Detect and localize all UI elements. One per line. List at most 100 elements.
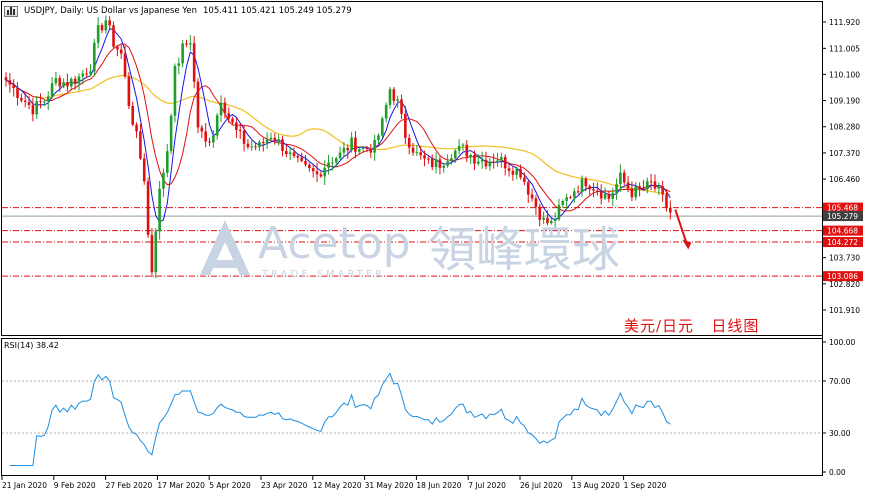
candle-body — [327, 162, 330, 168]
candle-body — [342, 148, 346, 153]
candle-body — [354, 137, 357, 152]
candle-body — [611, 192, 615, 199]
candle-body — [261, 141, 265, 144]
candle-body — [58, 78, 62, 87]
candle-body — [196, 81, 200, 128]
candle-body — [242, 130, 246, 144]
candle-body — [653, 181, 657, 189]
ma-mid-line — [5, 43, 671, 212]
rsi-tick-label: 70.00 — [829, 377, 851, 386]
candle-body — [538, 206, 542, 220]
candle-body — [181, 43, 184, 64]
candle-body — [331, 162, 334, 164]
candle-body — [219, 102, 223, 116]
candle-body — [642, 188, 645, 190]
candle-body — [8, 80, 12, 85]
candle-body — [277, 139, 280, 143]
candle-body — [142, 158, 146, 182]
candle-body — [645, 181, 649, 190]
candle-body — [96, 25, 100, 43]
candle-body — [39, 101, 42, 103]
candle-body — [503, 156, 507, 169]
candle-body — [292, 152, 296, 157]
price-tick-label: 101.910 — [829, 306, 860, 315]
time-tick-label: 12 May 2020 — [313, 481, 362, 490]
candle-body — [480, 159, 484, 162]
candle-body — [419, 152, 423, 156]
candle-body — [477, 161, 480, 164]
candle-body — [338, 152, 342, 159]
candle-body — [212, 135, 215, 143]
candle-body — [561, 201, 565, 205]
arrow-head-icon — [682, 239, 692, 250]
candle-body — [269, 137, 273, 140]
candle-body — [231, 118, 234, 123]
candle-body — [473, 155, 476, 164]
candle-body — [204, 131, 207, 142]
chart-type-icon[interactable] — [4, 5, 18, 17]
candle-body — [227, 113, 231, 119]
candle-body — [592, 189, 595, 191]
candle-body — [315, 171, 319, 175]
candle-body — [235, 122, 238, 131]
candle-body — [576, 191, 580, 193]
candle-body — [407, 137, 411, 148]
candle-body — [396, 99, 399, 101]
candle-body — [108, 20, 111, 26]
candle-body — [281, 139, 284, 152]
candle-body — [357, 149, 361, 152]
candle-body — [323, 167, 327, 177]
price-tick-label: 106.460 — [829, 175, 860, 184]
candle-body — [580, 178, 584, 193]
chart-window[interactable]: 105.468 105.279 104.668 104.272 103.086 100.… — [0, 0, 870, 495]
candle-body — [373, 139, 376, 153]
candle-body — [430, 158, 434, 168]
candle-body — [200, 127, 204, 132]
candle-body — [246, 143, 250, 148]
axes: 111.920 111.005 110.100 109.190 108.280 107.3… — [1, 18, 860, 490]
level-price-label: 104.668 — [827, 227, 858, 236]
candle-body — [300, 157, 303, 161]
down-arrow-icon — [674, 209, 689, 246]
rsi-tick-label: 0.00 — [829, 468, 846, 477]
candle-body — [488, 161, 492, 167]
price-tick-label: 111.920 — [829, 18, 860, 27]
ohlc-values: 105.411 105.421 105.249 105.279 — [203, 6, 352, 16]
candle-body — [573, 191, 576, 198]
candle-body — [23, 100, 27, 102]
candle-body — [649, 181, 653, 183]
candle-body — [615, 184, 618, 193]
candle-body — [77, 76, 81, 84]
candle-body — [104, 20, 108, 31]
candle-body — [530, 194, 534, 199]
time-tick-label: 1 Sep 2020 — [624, 481, 667, 490]
candle-body — [189, 43, 192, 45]
candle-body — [622, 172, 626, 183]
candle-body — [66, 82, 69, 87]
time-tick-label: 23 Apr 2020 — [261, 481, 308, 490]
price-tick-label: 102.820 — [829, 280, 860, 289]
candle-body — [35, 101, 39, 115]
candle-body — [392, 89, 396, 101]
candle-body — [442, 165, 446, 168]
candle-body — [116, 46, 119, 50]
candle-body — [50, 83, 54, 97]
candle-body — [465, 144, 469, 157]
candle-body — [139, 131, 142, 159]
candle-body — [81, 73, 85, 77]
candle-body — [534, 198, 538, 207]
candle-body — [661, 186, 664, 195]
candle-body — [308, 164, 311, 169]
time-tick-label: 26 Jul 2020 — [520, 481, 563, 490]
candle-body — [215, 115, 219, 136]
candle-body — [20, 98, 23, 101]
candle-body — [192, 43, 196, 82]
candle-body — [411, 147, 415, 153]
candle-body — [54, 78, 58, 84]
price-chart[interactable]: 105.468105.279104.668104.272103.086 100.… — [0, 0, 870, 495]
candle-body — [603, 193, 607, 199]
candle-body — [500, 156, 503, 161]
time-tick-label: 21 Jan 2020 — [2, 481, 47, 490]
time-tick-label: 9 Feb 2020 — [54, 481, 96, 490]
candle-body — [135, 124, 138, 132]
